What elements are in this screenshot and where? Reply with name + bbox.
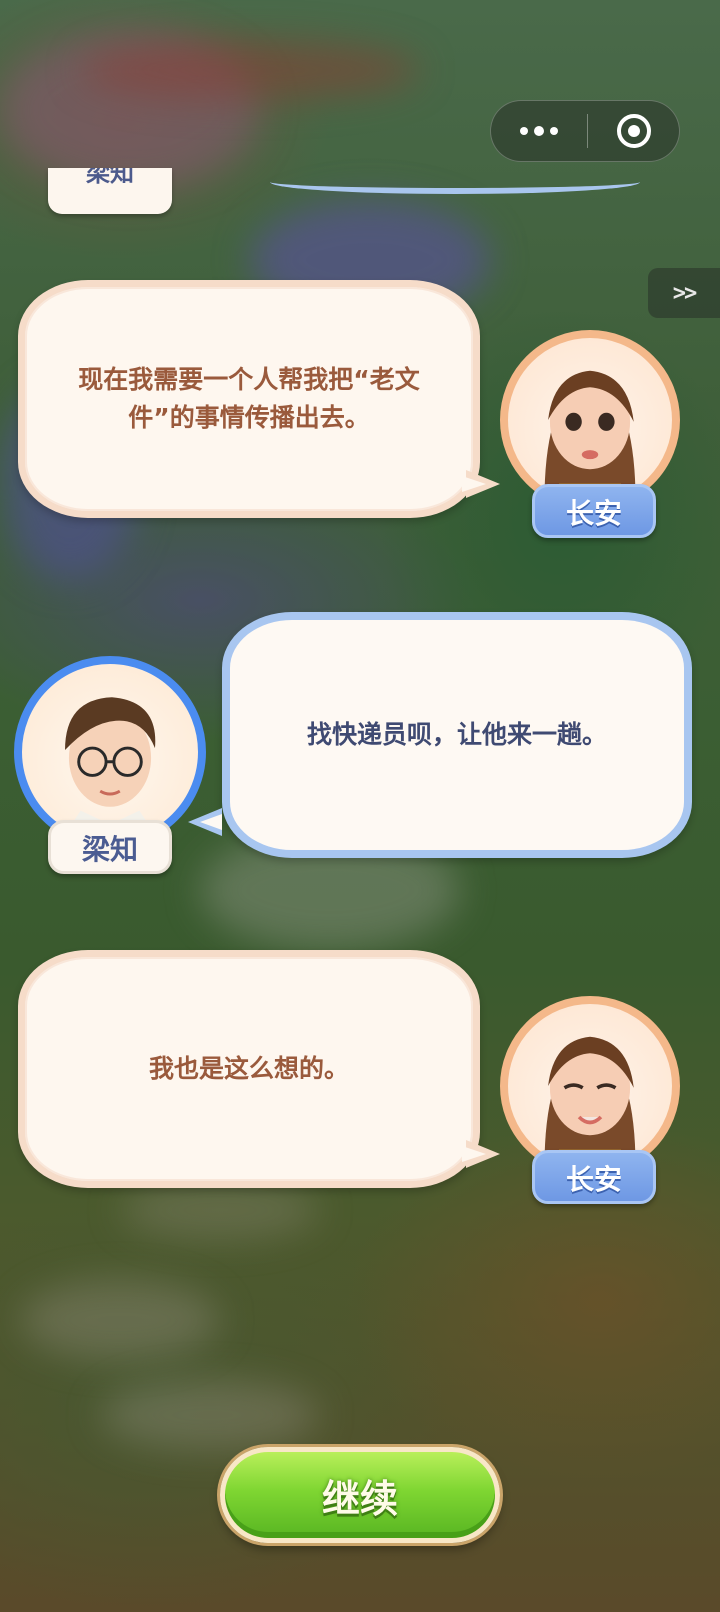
- background-blob: [100, 1380, 320, 1450]
- continue-button[interactable]: 继续: [220, 1447, 500, 1543]
- mini-program-capsule: [490, 100, 680, 162]
- speaker-nametag: 梁知: [48, 820, 172, 874]
- speaker-nametag: 长安: [532, 484, 656, 538]
- more-dots-icon[interactable]: [491, 101, 587, 161]
- dialogue-text: 现在我需要一个人帮我把“老文 件”的事情传播出去。: [78, 365, 420, 432]
- background-blob: [20, 1280, 220, 1360]
- dialogue-bubble: 现在我需要一个人帮我把“老文 件”的事情传播出去。: [18, 280, 480, 518]
- bubble-tail: [462, 470, 500, 498]
- background-blob: [80, 40, 420, 100]
- previous-speaker-nametag: 梁知: [48, 168, 172, 214]
- target-ring-icon[interactable]: [588, 114, 679, 148]
- avatar-changan: [500, 330, 680, 510]
- background-blob: [120, 1180, 320, 1240]
- dialogue-text: 找快递员呗，让他来一趟。: [306, 720, 607, 749]
- bubble-tail: [462, 1140, 500, 1168]
- speaker-nametag: 长安: [532, 1150, 656, 1204]
- avatar-changan-smiling: [500, 996, 680, 1176]
- dialogue-bubble: 我也是这么想的。: [18, 950, 480, 1188]
- dialogue-text: 我也是这么想的。: [148, 1054, 349, 1083]
- bubble-tail: [188, 808, 222, 836]
- dialogue-bubble: 找快递员呗，让他来一趟。: [222, 612, 692, 858]
- previous-bubble-edge: [270, 170, 640, 194]
- skip-button[interactable]: >>: [648, 268, 720, 318]
